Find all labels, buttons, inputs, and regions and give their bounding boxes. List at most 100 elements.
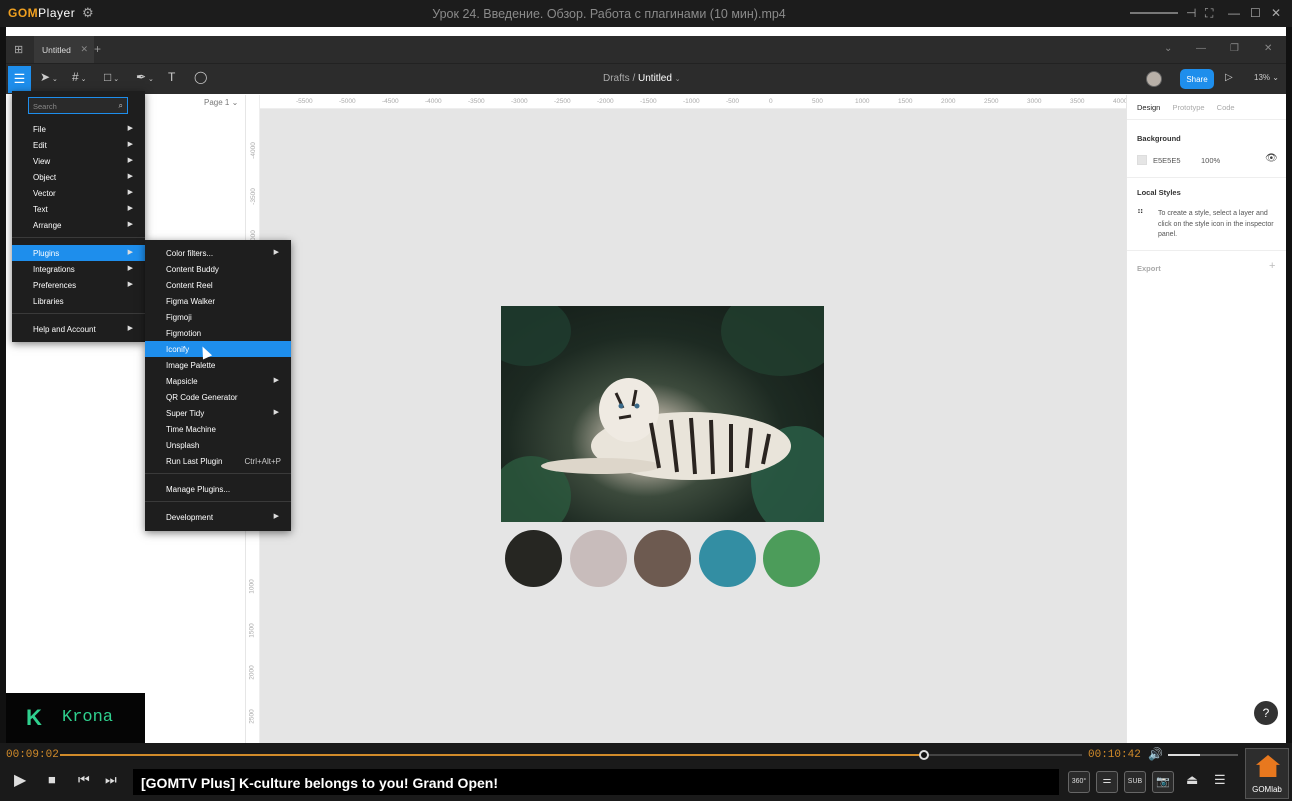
plugin-menu-item[interactable]: Super Tidy ▶ — [145, 405, 291, 421]
page-label: Page 1 — [204, 98, 230, 107]
play-icon[interactable]: ▶ — [14, 770, 26, 790]
close-icon[interactable]: ✕ — [1264, 43, 1272, 54]
seek-bar[interactable] — [60, 750, 1082, 760]
plugin-menu-item[interactable]: Mapsicle ▶ — [145, 373, 291, 389]
plugin-menu-item[interactable]: QR Code Generator — [145, 389, 291, 405]
main-menu-item[interactable]: Integrations ▶ — [12, 261, 145, 277]
next-icon[interactable]: ⏭ — [105, 772, 117, 788]
tab-code[interactable]: Code — [1217, 103, 1235, 112]
eject-icon[interactable]: ⏏ — [1186, 772, 1198, 788]
minimize-icon[interactable]: — — [1196, 43, 1206, 54]
subtitle-button[interactable]: SUB — [1124, 771, 1146, 793]
plugin-menu-item[interactable]: Manage Plugins... — [145, 481, 291, 497]
text-tool-icon[interactable]: T — [168, 70, 175, 89]
background-opacity[interactable]: 100% — [1201, 156, 1220, 165]
palette-swatch[interactable] — [505, 530, 562, 587]
local-styles-title: Local Styles — [1137, 188, 1181, 197]
palette-swatch[interactable] — [699, 530, 756, 587]
figma-canvas[interactable] — [260, 109, 1126, 743]
main-menu-item[interactable]: Preferences ▶ — [12, 277, 145, 293]
palette-swatch[interactable] — [634, 530, 691, 587]
tab-prototype[interactable]: Prototype — [1172, 103, 1204, 112]
menu-search-input[interactable]: Search ⌕ — [28, 97, 128, 114]
main-menu-item[interactable]: View ▶ — [12, 153, 145, 169]
eye-icon[interactable]: 👁 — [1265, 153, 1278, 164]
main-menu-item[interactable]: Text ▶ — [12, 201, 145, 217]
main-menu-item[interactable]: Edit ▶ — [12, 137, 145, 153]
menu-icon[interactable]: ☰ — [1214, 772, 1226, 788]
move-tool-icon[interactable]: ➤ ⌄ — [40, 70, 58, 89]
ruler-tick: -4500 — [382, 98, 399, 105]
chevron-down-icon[interactable]: ⌄ — [1164, 43, 1172, 54]
palette-swatch[interactable] — [570, 530, 627, 587]
main-menu-button[interactable]: ☰ — [8, 66, 31, 93]
avatar[interactable] — [1146, 71, 1162, 87]
breadcrumb-file[interactable]: Untitled — [638, 73, 672, 84]
plugin-menu-item[interactable]: Development ▶ — [145, 509, 291, 525]
fullscreen-icon[interactable]: ⛶ — [1205, 6, 1213, 21]
camera-icon[interactable]: 📷 — [1152, 771, 1174, 793]
main-menu-item[interactable]: Libraries — [12, 293, 145, 309]
plugin-menu-item[interactable]: Unsplash — [145, 437, 291, 453]
previous-icon[interactable]: ⏮ — [78, 772, 90, 788]
plugin-menu-item[interactable]: Content Reel — [145, 277, 291, 293]
main-menu-item[interactable]: Arrange ▶ — [12, 217, 145, 233]
plugin-menu-item[interactable]: Image Palette — [145, 357, 291, 373]
vr-360-button[interactable]: 360° — [1068, 771, 1090, 793]
page-selector[interactable]: Page 1 ⌄ — [204, 98, 238, 107]
plugin-menu-item[interactable]: Color filters... ▶ — [145, 245, 291, 261]
stop-icon[interactable]: ■ — [48, 772, 56, 787]
plugin-menu-item[interactable]: Figma Walker — [145, 293, 291, 309]
total-time: 00:10:42 — [1088, 749, 1141, 761]
ruler-tick: 1500 — [898, 98, 913, 105]
tab-untitled[interactable]: Untitled ✕ — [34, 36, 94, 63]
ruler-tick: 2500 — [248, 709, 256, 724]
background-hex[interactable]: E5E5E5 — [1153, 156, 1181, 165]
main-menu-item[interactable]: Vector ▶ — [12, 185, 145, 201]
plugin-menu-item[interactable]: Figmotion — [145, 325, 291, 341]
minimize-icon[interactable]: — — [1228, 6, 1240, 20]
plugin-menu-item[interactable]: Figmoji — [145, 309, 291, 325]
palette-swatch[interactable] — [763, 530, 820, 587]
volume-slider[interactable] — [1168, 754, 1238, 756]
pin-icon[interactable]: ⊣ — [1186, 6, 1196, 20]
shape-tool-icon[interactable]: □ ⌄ — [104, 70, 119, 89]
ad-ticker[interactable]: [GOMTV Plus] K-culture belongs to you! G… — [133, 769, 1059, 795]
frame-tool-icon[interactable]: # ⌄ — [72, 70, 87, 89]
menu-separator — [12, 237, 145, 238]
maximize-icon[interactable]: ❐ — [1230, 43, 1239, 54]
zoom-dropdown[interactable]: 13% ⌄ — [1254, 73, 1279, 82]
plugin-menu-item[interactable]: Content Buddy — [145, 261, 291, 277]
present-play-icon[interactable]: ▷ — [1225, 72, 1233, 83]
seek-handle[interactable] — [918, 750, 929, 760]
help-button[interactable]: ? — [1254, 701, 1278, 725]
equalizer-icon[interactable]: ⚌ — [1096, 771, 1118, 793]
gomlab-button[interactable]: GOMlab — [1245, 748, 1289, 799]
main-menu-item[interactable]: Help and Account ▶ — [12, 321, 145, 337]
tiger-image[interactable] — [501, 306, 824, 522]
share-button[interactable]: Share — [1180, 69, 1214, 89]
plugin-menu-item[interactable]: Run Last Plugin Ctrl+Alt+P — [145, 453, 291, 469]
home-grid-icon[interactable]: ⊞ — [14, 43, 26, 56]
plugin-menu-item[interactable]: Time Machine — [145, 421, 291, 437]
breadcrumb-drafts[interactable]: Drafts — [603, 73, 630, 84]
maximize-icon[interactable]: ☐ — [1250, 6, 1261, 20]
close-tab-icon[interactable]: ✕ — [80, 44, 88, 55]
menu-item-label: Vector — [33, 189, 56, 198]
submenu-arrow-icon: ▶ — [127, 157, 133, 164]
comment-tool-icon[interactable]: ◯ — [194, 70, 207, 89]
new-tab-icon[interactable]: + — [94, 42, 101, 56]
main-menu-item[interactable]: Object ▶ — [12, 169, 145, 185]
ruler-tick: 4000 — [1113, 98, 1126, 105]
plugin-menu-item[interactable]: Iconify — [145, 341, 291, 357]
add-export-icon[interactable]: + — [1269, 260, 1275, 272]
main-menu-item[interactable]: File ▶ — [12, 121, 145, 137]
volume-icon[interactable]: 🔊 — [1148, 747, 1163, 761]
main-menu-item[interactable]: Plugins ▶ — [12, 245, 145, 261]
tab-design[interactable]: Design — [1137, 103, 1160, 112]
pen-tool-icon[interactable]: ✒ ⌄ — [136, 70, 154, 89]
menu-separator — [145, 501, 291, 502]
close-icon[interactable]: ✕ — [1271, 6, 1281, 20]
background-color-swatch[interactable] — [1137, 155, 1147, 165]
opacity-slider[interactable] — [1130, 12, 1178, 14]
